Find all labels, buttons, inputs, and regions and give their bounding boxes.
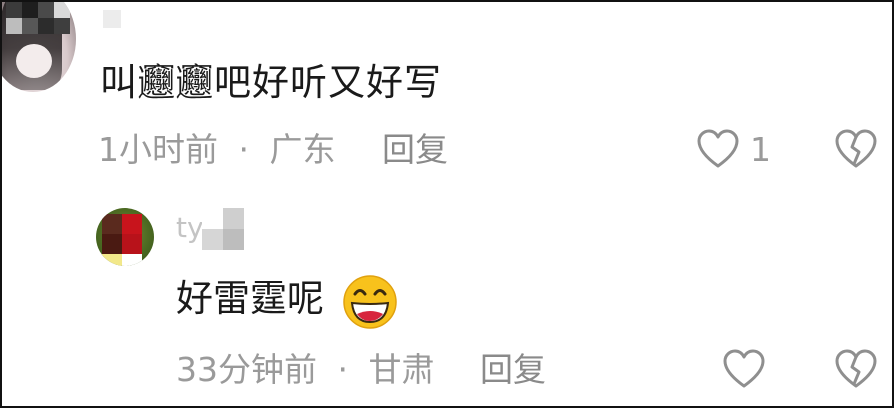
comment-time: 1小时前 [98,130,218,169]
reply-button[interactable]: 回复 [480,350,546,390]
meta-separator: · [238,130,250,169]
avatar-mosaic [6,2,70,34]
username-mosaic [103,10,121,28]
heart-outline-icon[interactable] [696,128,740,170]
comment-text: 叫𰻝𰻝吧好听又好写 [100,61,442,104]
avatar[interactable] [96,208,154,266]
grinning-face-emoji [343,275,397,329]
avatar[interactable] [2,2,76,92]
comment-time: 33分钟前 [176,350,317,389]
comment-location: 甘肃 [368,350,435,389]
comment-meta: 1小时前 · 广东 [98,130,336,170]
comment-text: 好雷霆呢 [176,277,324,320]
avatar-mosaic [102,214,142,266]
reply-button[interactable]: 回复 [382,130,448,170]
comment-location: 广东 [269,130,336,169]
username-mosaic [202,208,244,250]
broken-heart-icon[interactable] [834,348,878,390]
broken-heart-icon[interactable] [834,128,878,170]
like-count: 1 [750,130,771,169]
comment-meta: 33分钟前 · 甘肃 [176,350,435,390]
heart-outline-icon[interactable] [722,348,766,390]
comment-thread: 叫𰻝𰻝吧好听又好写 1小时前 · 广东 回复 1 tyl 好雷霆呢 33分钟前 [0,0,894,408]
meta-separator: · [337,350,349,389]
